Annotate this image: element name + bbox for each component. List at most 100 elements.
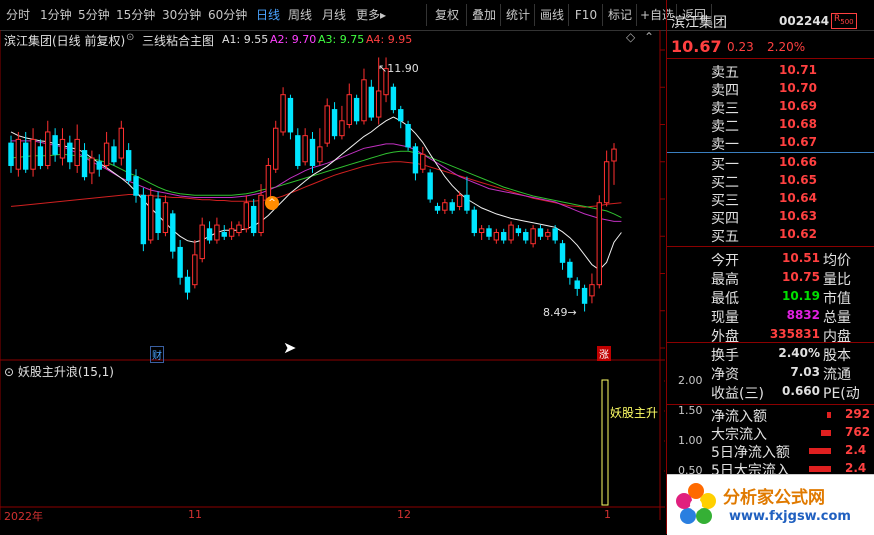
sub-indicator-title[interactable]: ⊙ 妖股主升浪(15,1)	[4, 363, 114, 380]
candle-body	[331, 109, 338, 137]
stat2-label-2: 股本	[823, 348, 851, 364]
candle-body	[309, 138, 316, 166]
candle-body	[280, 94, 286, 133]
scroll-up-icon[interactable]: ⌃	[644, 30, 654, 44]
period-tab-60min[interactable]: 60分钟	[208, 6, 247, 23]
f10-button[interactable]: F10	[568, 4, 603, 26]
period-tab-1min[interactable]: 1分钟	[40, 6, 72, 23]
candlestick-chart[interactable]: 12.0011.5011.0010.5010.009.509.008.508.0…	[0, 30, 665, 520]
candle-body	[596, 202, 602, 286]
candle-body	[228, 228, 235, 237]
draw-line-button[interactable]: 画线	[534, 4, 569, 26]
low-value: 8.49	[543, 306, 568, 319]
ma-red-line	[10, 161, 622, 208]
candle-body	[37, 146, 44, 166]
stat-label: 现量	[711, 310, 739, 326]
candle-body	[456, 194, 463, 207]
candle-body	[353, 97, 360, 122]
candle-body	[589, 284, 595, 297]
bid-price[interactable]: 10.63	[779, 209, 817, 223]
ask-price[interactable]: 10.69	[779, 99, 817, 113]
more-label: 更多	[356, 8, 381, 22]
ask-price[interactable]: 10.71	[779, 63, 817, 77]
stat-label: 最低	[711, 291, 739, 307]
candle-body	[434, 205, 441, 211]
candle-body	[412, 146, 419, 174]
flow-bar	[809, 466, 831, 472]
finance-badge[interactable]: 财	[150, 346, 164, 363]
candle-body	[537, 228, 544, 237]
ask-label: 卖一	[711, 137, 739, 153]
stat-label-2: 均价	[823, 253, 851, 269]
candle-body	[471, 209, 477, 234]
period-tab-5min[interactable]: 5分钟	[78, 6, 110, 23]
bid-price[interactable]: 10.66	[779, 155, 817, 169]
watermark-url: www.fxjgsw.com	[729, 509, 851, 524]
flower-logo-icon	[676, 483, 716, 524]
candle-body	[89, 157, 95, 174]
candle-body	[317, 146, 323, 163]
bid-price[interactable]: 10.62	[779, 227, 817, 241]
candle-body	[302, 135, 308, 163]
ask-price[interactable]: 10.67	[779, 135, 817, 149]
mark-button[interactable]: 标记	[602, 4, 637, 26]
period-tab-monthly[interactable]: 月线	[322, 6, 346, 23]
bid-price[interactable]: 10.65	[779, 173, 817, 187]
candle-body	[523, 232, 529, 241]
candle-body	[15, 138, 22, 170]
candle-body	[493, 232, 500, 241]
stat-value: 10.75	[782, 270, 820, 284]
candle-body	[567, 261, 573, 278]
ask-price[interactable]: 10.70	[779, 81, 817, 95]
candle-body	[552, 228, 558, 241]
buy-signal-icon: ^	[265, 196, 279, 210]
stat-label-2: 内盘	[823, 329, 851, 345]
period-tab-more[interactable]: 更多▸	[356, 6, 386, 23]
stock-chart-title: 滨江集团(日线 前复权)	[4, 34, 126, 48]
rise-badge[interactable]: 涨	[597, 346, 611, 361]
candle-body	[8, 142, 14, 166]
stats-button[interactable]: 统计	[500, 4, 535, 26]
period-tab-15min[interactable]: 15分钟	[116, 6, 155, 23]
high-value: 11.90	[387, 62, 419, 75]
candle-body	[508, 224, 514, 241]
candle-body	[162, 202, 169, 234]
candle-body	[339, 120, 345, 137]
stat-label: 今开	[711, 253, 739, 269]
bid-label: 买四	[711, 211, 739, 227]
candle-body	[96, 161, 102, 170]
overlay-button[interactable]: 叠加	[466, 4, 501, 26]
ma-white-line	[10, 116, 622, 271]
price-change-pct: 2.20%	[767, 40, 806, 54]
chevron-down-icon[interactable]: ⊙	[126, 32, 134, 43]
candle-body	[295, 135, 301, 166]
fuquan-button[interactable]: 复权	[426, 4, 467, 26]
indicator-name[interactable]: 三线粘合主图	[142, 32, 214, 49]
stat-label: 外盘	[711, 329, 739, 345]
candle-body	[545, 232, 551, 237]
period-tab-30min[interactable]: 30分钟	[162, 6, 201, 23]
diamond-icon[interactable]: ◇	[626, 30, 635, 44]
candle-body	[427, 172, 433, 200]
candle-body	[177, 246, 183, 278]
period-tab-daily[interactable]: 日线	[256, 6, 280, 23]
period-tab-fenshi[interactable]: 分时	[6, 6, 30, 23]
stock-name: 滨江集团	[671, 15, 727, 31]
high-marker: ↖11.90	[378, 62, 419, 75]
stat2-label-2: PE(动	[823, 386, 860, 402]
candle-body	[574, 280, 580, 289]
candle-body	[375, 90, 382, 118]
date-label-dec: 12	[397, 508, 411, 521]
stat2-label: 净资	[711, 367, 739, 383]
ask-price[interactable]: 10.68	[779, 117, 817, 131]
a3-value: A3: 9.75	[318, 33, 365, 46]
bid-price[interactable]: 10.64	[779, 191, 817, 205]
date-label-jan: 1	[604, 508, 611, 521]
more-arrow-icon: ▸	[380, 8, 387, 22]
candle-body	[81, 150, 88, 178]
candle-body	[265, 164, 272, 200]
flow-bar	[827, 412, 831, 418]
period-tab-weekly[interactable]: 周线	[288, 6, 312, 23]
candle-body	[500, 232, 507, 241]
candle-body	[30, 138, 36, 170]
